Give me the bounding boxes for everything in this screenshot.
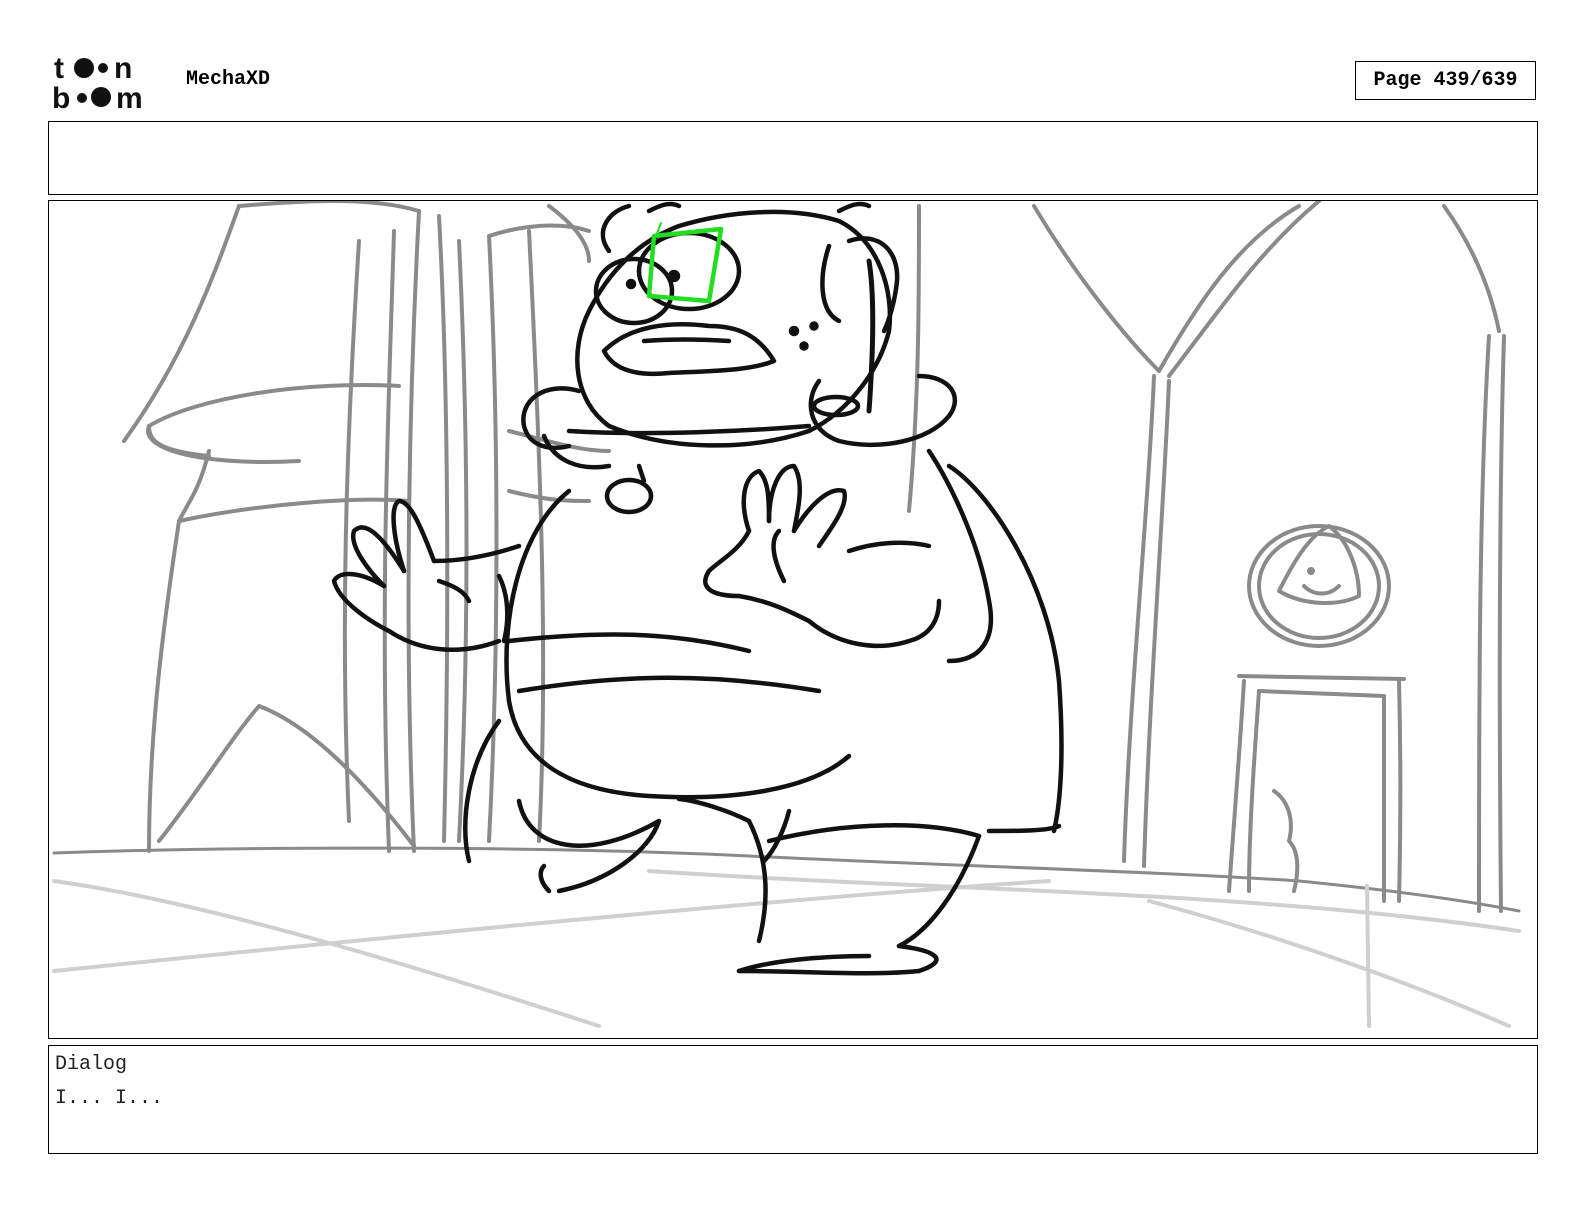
project-title: MechaXD	[186, 68, 271, 91]
svg-text:t: t	[54, 52, 64, 85]
dialog-box: Dialog I... I...	[48, 1045, 1538, 1154]
svg-text:m: m	[116, 82, 143, 112]
svg-text:n: n	[114, 52, 132, 85]
storyboard-panel	[48, 200, 1538, 1039]
storyboard-sketch	[52, 201, 1521, 1028]
page-indicator: Page 439/639	[1355, 61, 1536, 100]
toon-boom-logo: t n b m	[52, 52, 143, 112]
dialog-text: I... I...	[55, 1087, 164, 1110]
svg-text:b: b	[52, 82, 70, 112]
notes-box	[48, 121, 1538, 195]
dialog-label: Dialog	[55, 1053, 128, 1076]
